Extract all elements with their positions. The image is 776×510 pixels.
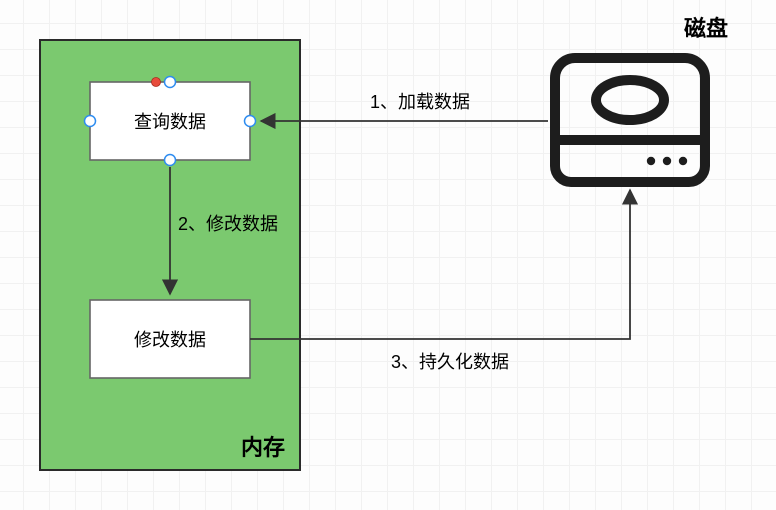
arrow-load-label: 1、加载数据 — [370, 92, 470, 112]
node-collapse-dot[interactable] — [152, 78, 161, 87]
diagram-canvas: 内存 查询数据 修改数据 磁盘 — [0, 0, 776, 510]
node-modify-label: 修改数据 — [134, 330, 206, 350]
node-query[interactable]: 查询数据 — [85, 77, 256, 166]
disk-icon — [555, 58, 705, 182]
port-handle-left[interactable] — [85, 116, 96, 127]
arrow-persist: 3、持久化数据 — [250, 190, 630, 372]
port-handle-top[interactable] — [165, 77, 176, 88]
arrow-load: 1、加载数据 — [261, 92, 548, 121]
port-handle-bottom[interactable] — [165, 155, 176, 166]
node-modify[interactable]: 修改数据 — [90, 300, 250, 378]
memory-label: 内存 — [241, 435, 285, 460]
arrow-persist-label: 3、持久化数据 — [391, 352, 509, 372]
port-handle-right[interactable] — [245, 116, 256, 127]
node-query-label: 查询数据 — [134, 112, 206, 132]
disk-label: 磁盘 — [684, 16, 728, 41]
arrow-modify-label: 2、修改数据 — [178, 214, 278, 234]
